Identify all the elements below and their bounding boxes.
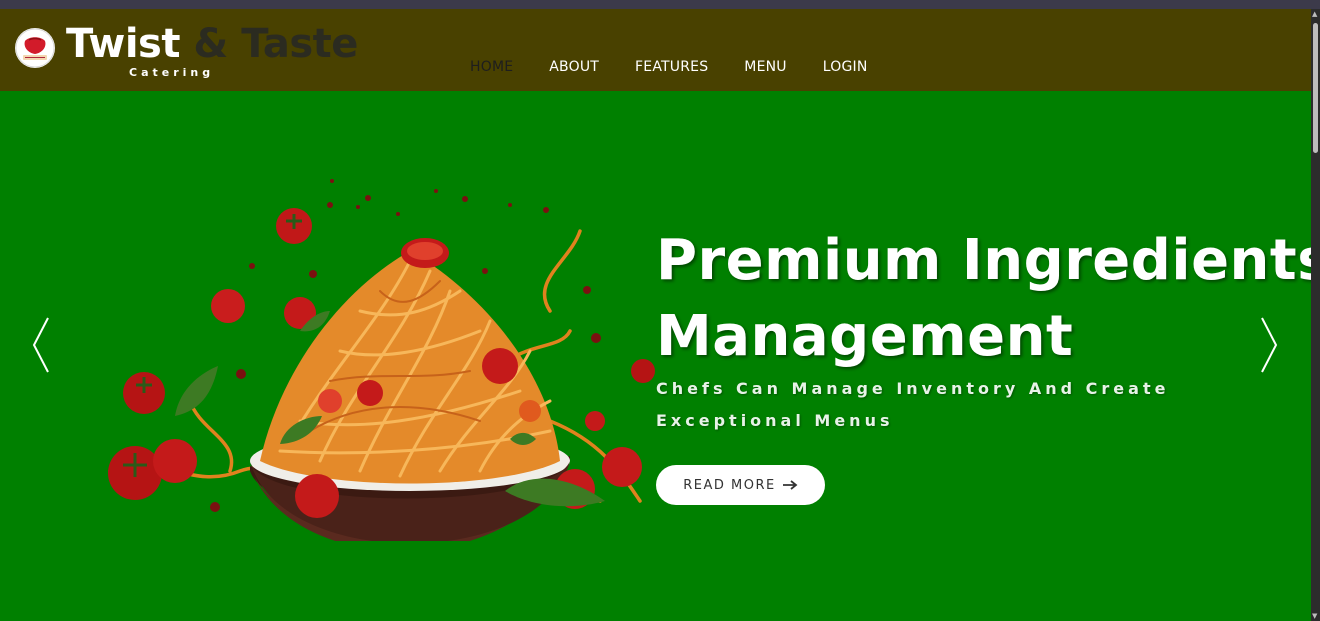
page-scrollbar[interactable]: ▲ ▼ bbox=[1311, 9, 1320, 621]
nav-features[interactable]: FEATURES bbox=[635, 59, 708, 75]
nav-login[interactable]: LOGIN bbox=[823, 59, 868, 75]
read-more-label: READ MORE bbox=[683, 477, 776, 493]
scrollbar-thumb[interactable] bbox=[1313, 23, 1318, 153]
chevron-right-icon bbox=[1261, 317, 1278, 373]
nav-about[interactable]: ABOUT bbox=[549, 59, 599, 75]
scroll-down-icon[interactable]: ▼ bbox=[1312, 612, 1317, 620]
scroll-up-icon[interactable]: ▲ bbox=[1312, 10, 1317, 18]
brand-name-part1: Twist bbox=[66, 21, 180, 67]
nav-menu[interactable]: MENU bbox=[744, 59, 786, 75]
carousel-prev-button[interactable] bbox=[30, 316, 52, 374]
arrow-right-icon bbox=[782, 480, 798, 490]
carousel-next-button[interactable] bbox=[1258, 316, 1280, 374]
brand-name[interactable]: Twist & Taste bbox=[66, 21, 358, 67]
brand-tagline: Catering bbox=[129, 66, 215, 79]
hero-subheadline: Chefs Can Manage Inventory And Create Ex… bbox=[656, 379, 1170, 430]
browser-top-strip bbox=[0, 0, 1320, 9]
main-nav: HOME ABOUT FEATURES MENU LOGIN bbox=[470, 59, 868, 75]
hero-headline-line2: Management bbox=[656, 304, 1074, 369]
brand-name-part2: & Taste bbox=[193, 21, 358, 67]
hero-carousel: Premium Ingredients Management Chefs Can… bbox=[0, 91, 1320, 621]
hero-headline-line1: Premium Ingredients bbox=[656, 228, 1320, 293]
site-header: Twist & Taste Catering HOME ABOUT FEATUR… bbox=[0, 9, 1311, 91]
hero-headline: Premium Ingredients Management bbox=[656, 223, 1320, 375]
nav-home[interactable]: HOME bbox=[470, 59, 513, 75]
chevron-left-icon bbox=[32, 317, 49, 373]
read-more-button[interactable]: READ MORE bbox=[656, 465, 825, 505]
brand-logo-icon[interactable] bbox=[15, 28, 55, 68]
spaghetti-bowl-image bbox=[100, 171, 680, 552]
